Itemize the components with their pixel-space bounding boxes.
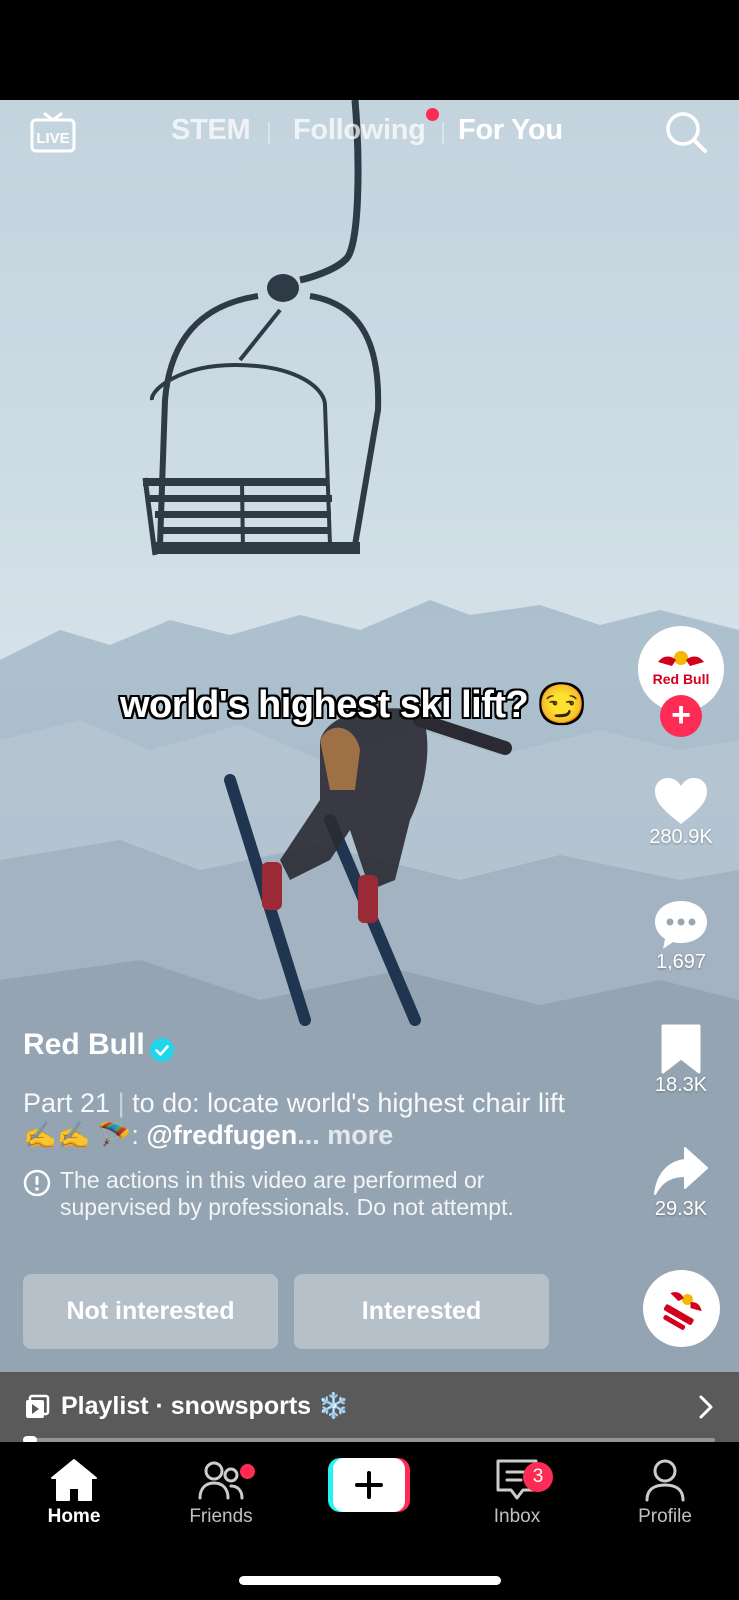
status-bar [0, 0, 739, 100]
profile-icon [645, 1459, 685, 1502]
plus-icon [355, 1471, 383, 1499]
comment-count: 1,697 [655, 951, 707, 973]
warning-info-icon [23, 1169, 51, 1197]
playlist-icon [26, 1394, 50, 1418]
top-nav: LIVE STEM Following For You [0, 100, 739, 164]
mention-link[interactable]: @fredfugen [146, 1120, 297, 1150]
red-bull-logo: Red Bull [653, 651, 710, 687]
tab-divider [442, 122, 444, 144]
playlist-bar[interactable]: Playlist · snowsports ❄️ [0, 1372, 739, 1442]
nav-inbox[interactable]: 3 Inbox [457, 1458, 577, 1528]
share-action[interactable]: 29.3K [626, 1146, 736, 1221]
video-description[interactable]: Part 21 | to do: locate world's highest … [23, 1087, 583, 1151]
more-link[interactable]: more [327, 1120, 393, 1150]
live-label: LIVE [36, 130, 69, 147]
red-bull-sound-logo [662, 1291, 702, 1330]
nav-profile-label: Profile [638, 1506, 692, 1527]
nav-friends-label: Friends [189, 1506, 253, 1527]
home-indicator [239, 1576, 501, 1585]
playlist-label: Playlist · snowsports ❄️ [61, 1392, 350, 1420]
tab-for-you[interactable]: For You [458, 114, 563, 147]
not-interested-button[interactable]: Not interested [23, 1274, 278, 1349]
tab-following[interactable]: Following [293, 114, 426, 147]
verified-badge-icon [150, 1038, 174, 1062]
comment-icon [655, 901, 707, 949]
friends-icon [198, 1461, 244, 1500]
like-action[interactable]: 280.9K [626, 776, 736, 849]
bottom-nav: Home Friends 3 Inbox Profile [0, 1442, 739, 1600]
description-ellipsis: ... [297, 1120, 320, 1150]
tab-stem[interactable]: STEM [171, 114, 251, 147]
author-name[interactable]: Red Bull [23, 1028, 145, 1062]
nav-profile[interactable]: Profile [605, 1458, 725, 1528]
description-part: Part 21 [23, 1088, 111, 1118]
create-button[interactable] [328, 1458, 410, 1512]
comment-action[interactable]: 1,697 [626, 899, 736, 974]
nav-friends[interactable]: Friends [161, 1458, 281, 1528]
inbox-badge: 3 [523, 1462, 553, 1492]
search-icon[interactable] [664, 110, 708, 154]
home-icon [51, 1459, 97, 1501]
following-notification-dot [426, 108, 439, 121]
share-count: 29.3K [654, 1198, 708, 1220]
like-count: 280.9K [649, 826, 713, 848]
nav-inbox-label: Inbox [493, 1506, 541, 1527]
avatar-brand-label: Red Bull [653, 671, 710, 687]
description-separator: | [117, 1088, 133, 1118]
heart-icon [655, 778, 707, 824]
nav-home-label: Home [47, 1506, 101, 1527]
save-count: 18.3K [654, 1074, 708, 1096]
bookmark-icon [661, 1024, 701, 1074]
safety-warning: The actions in this video are performed … [60, 1167, 514, 1220]
live-icon[interactable]: LIVE [30, 110, 76, 154]
video-caption-overlay: world's highest ski lift? 😏 [120, 684, 586, 726]
share-arrow-icon [654, 1147, 708, 1195]
sound-disc[interactable] [643, 1270, 720, 1347]
tab-divider [268, 122, 270, 144]
follow-button[interactable]: + [660, 695, 702, 737]
nav-home[interactable]: Home [14, 1458, 134, 1528]
save-action[interactable]: 18.3K [626, 1024, 736, 1097]
interested-button[interactable]: Interested [294, 1274, 549, 1349]
chevron-right-icon [699, 1395, 713, 1419]
friends-notification-dot [240, 1464, 255, 1479]
